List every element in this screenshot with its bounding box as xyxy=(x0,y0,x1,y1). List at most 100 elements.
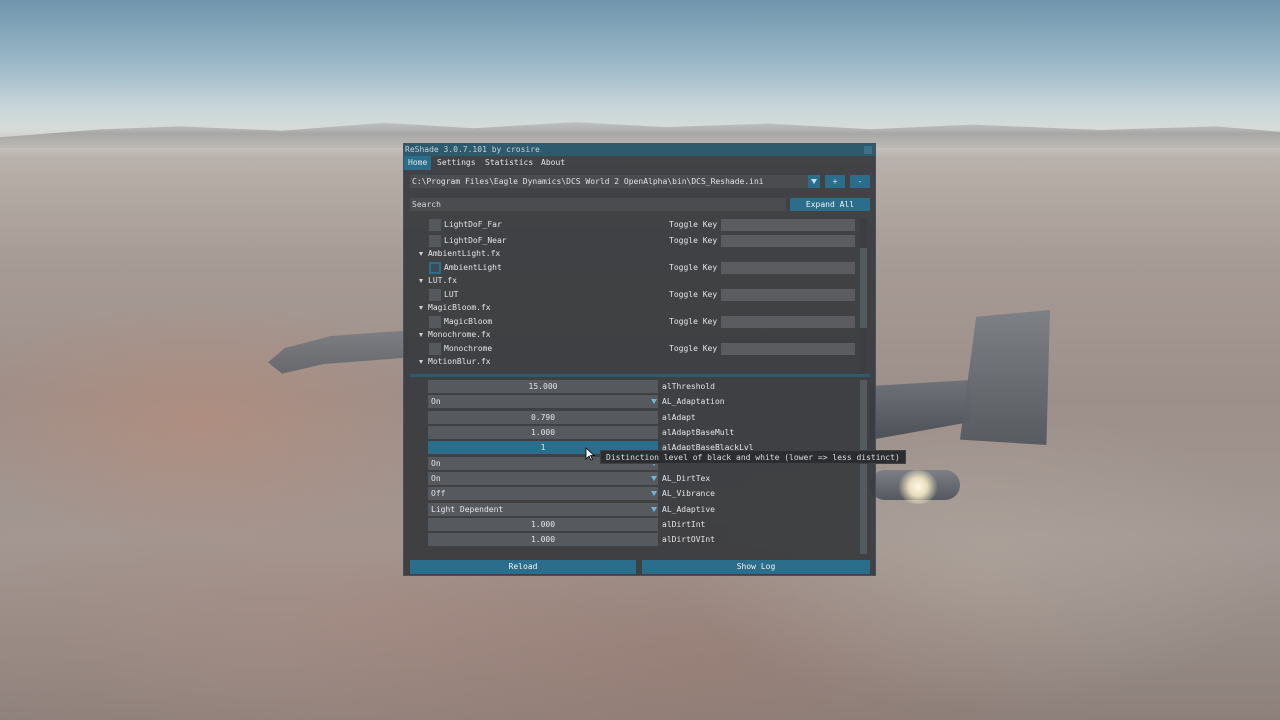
technique-scrollbar[interactable] xyxy=(860,218,867,371)
technique-checkbox[interactable] xyxy=(429,343,441,355)
mouse-cursor-icon xyxy=(585,447,595,461)
effect-file-row[interactable]: AmbientLight.fx xyxy=(410,247,860,261)
parameter-combo[interactable]: On xyxy=(428,472,658,485)
tree-expanded-icon[interactable] xyxy=(419,252,423,256)
technique-label: LUT xyxy=(444,290,459,299)
chevron-down-icon[interactable] xyxy=(650,503,658,516)
tree-expanded-icon[interactable] xyxy=(419,360,423,364)
effect-file-label: AmbientLight.fx xyxy=(428,249,501,258)
tree-expanded-icon[interactable] xyxy=(419,306,423,310)
toggle-key-input[interactable] xyxy=(721,219,855,231)
parameter-combo[interactable]: Off xyxy=(428,487,658,500)
chevron-down-icon[interactable] xyxy=(650,395,658,408)
parameter-combo[interactable]: On xyxy=(428,395,658,408)
expand-all-button[interactable]: Expand All xyxy=(790,198,870,211)
menu-about[interactable]: About xyxy=(537,156,569,170)
tree-expanded-icon[interactable] xyxy=(419,333,423,337)
window-title: ReShade 3.0.7.101 by crosire xyxy=(405,145,540,154)
technique-label: AmbientLight xyxy=(444,263,502,272)
parameter-combo[interactable]: Light Dependent xyxy=(428,503,658,516)
parameter-label: alDirtInt xyxy=(662,520,706,529)
parameter-slider[interactable]: 1.000 xyxy=(428,426,658,439)
remove-preset-button[interactable]: - xyxy=(850,175,870,188)
technique-row[interactable]: Monochrome Toggle Key xyxy=(410,342,860,356)
effect-file-row[interactable]: MotionBlur.fx xyxy=(410,355,860,369)
aircraft-tail xyxy=(960,310,1050,445)
parameter-label: alAdaptBaseMult xyxy=(662,428,735,437)
search-input[interactable] xyxy=(410,198,786,211)
parameter-value: On xyxy=(431,474,441,483)
technique-checkbox[interactable] xyxy=(429,219,441,231)
parameter-label: AL_Adaptive xyxy=(662,505,715,514)
reshade-window: ReShade 3.0.7.101 by crosire Home Settin… xyxy=(403,143,876,576)
technique-checkbox[interactable] xyxy=(429,235,441,247)
parameter-slider[interactable]: 0.790 xyxy=(428,411,658,424)
reload-button[interactable]: Reload xyxy=(410,560,636,574)
technique-label: LightDoF_Near xyxy=(444,236,507,245)
parameter-row: Light Dependent AL_Adaptive xyxy=(428,503,858,516)
parameter-row: 1.000 alDirtInt xyxy=(428,518,858,531)
menu-settings[interactable]: Settings xyxy=(433,156,480,170)
toggle-key-label: Toggle Key xyxy=(669,290,718,299)
technique-checkbox[interactable] xyxy=(429,289,441,301)
parameter-row: On AL_DirtTex xyxy=(428,472,858,485)
tree-expanded-icon[interactable] xyxy=(419,279,423,283)
technique-checkbox[interactable] xyxy=(429,316,441,328)
show-log-button[interactable]: Show Log xyxy=(642,560,870,574)
menu-statistics[interactable]: Statistics xyxy=(481,156,537,170)
chevron-down-icon[interactable] xyxy=(650,472,658,485)
menu-bar: Home Settings Statistics About xyxy=(404,156,875,170)
technique-row[interactable]: LUT Toggle Key xyxy=(410,288,860,302)
toggle-key-label: Toggle Key xyxy=(669,220,718,229)
toggle-key-input[interactable] xyxy=(721,289,855,301)
add-preset-button[interactable]: + xyxy=(825,175,845,188)
toggle-key-input[interactable] xyxy=(721,262,855,274)
effect-file-row[interactable]: LUT.fx xyxy=(410,274,860,288)
chevron-down-icon[interactable] xyxy=(650,487,658,500)
aircraft-nose xyxy=(268,330,408,374)
parameter-slider[interactable]: 1.000 xyxy=(428,518,658,531)
technique-label: MagicBloom xyxy=(444,317,493,326)
technique-checkbox[interactable] xyxy=(429,262,441,274)
preset-path-combo[interactable]: C:\Program Files\Eagle Dynamics\DCS Worl… xyxy=(410,175,820,188)
parameter-label: AL_DirtTex xyxy=(662,474,711,483)
toggle-key-input[interactable] xyxy=(721,316,855,328)
effect-file-label: Monochrome.fx xyxy=(428,330,491,339)
technique-list: LightDoF_Far Toggle Key LightDoF_Near To… xyxy=(410,218,870,371)
parameter-row: 15.000 alThreshold xyxy=(428,380,858,393)
technique-row[interactable]: LightDoF_Near Toggle Key xyxy=(410,234,860,248)
effect-file-label: LUT.fx xyxy=(428,276,457,285)
menu-home[interactable]: Home xyxy=(404,156,432,170)
chevron-down-icon[interactable] xyxy=(808,175,820,188)
toggle-key-label: Toggle Key xyxy=(669,263,718,272)
parameter-slider[interactable]: 1.000 xyxy=(428,533,658,546)
toggle-key-input[interactable] xyxy=(721,235,855,247)
parameter-list: 15.000 alThreshold On AL_Adaptation 0.79… xyxy=(410,380,870,554)
toggle-key-input[interactable] xyxy=(721,343,855,355)
effect-file-label: MotionBlur.fx xyxy=(428,357,491,366)
technique-scroll-thumb[interactable] xyxy=(860,248,867,328)
parameter-label: AL_Adaptation xyxy=(662,397,725,406)
panel-splitter[interactable] xyxy=(410,374,870,377)
effect-file-row[interactable]: MagicBloom.fx xyxy=(410,301,860,315)
technique-row[interactable]: MagicBloom Toggle Key xyxy=(410,315,860,329)
parameter-value: Light Dependent xyxy=(431,505,504,514)
window-titlebar[interactable]: ReShade 3.0.7.101 by crosire xyxy=(404,144,875,156)
technique-row[interactable]: AmbientLight Toggle Key xyxy=(410,261,860,275)
toggle-key-label: Toggle Key xyxy=(669,236,718,245)
toggle-key-label: Toggle Key xyxy=(669,317,718,326)
parameter-scroll-thumb[interactable] xyxy=(860,380,867,554)
parameter-label: alDirtOVInt xyxy=(662,535,715,544)
parameter-value: On xyxy=(431,397,441,406)
parameter-slider[interactable]: 15.000 xyxy=(428,380,658,393)
technique-label: LightDoF_Far xyxy=(444,220,502,229)
technique-row[interactable]: LightDoF_Far Toggle Key xyxy=(410,218,860,232)
toggle-key-label: Toggle Key xyxy=(669,344,718,353)
parameter-row: 1.000 alAdaptBaseMult xyxy=(428,426,858,439)
engine-glow xyxy=(898,470,938,504)
effect-file-label: MagicBloom.fx xyxy=(428,303,491,312)
preset-path: C:\Program Files\Eagle Dynamics\DCS Worl… xyxy=(412,177,764,186)
parameter-scrollbar[interactable] xyxy=(860,380,867,554)
collapse-icon[interactable] xyxy=(864,146,872,154)
effect-file-row[interactable]: Monochrome.fx xyxy=(410,328,860,342)
